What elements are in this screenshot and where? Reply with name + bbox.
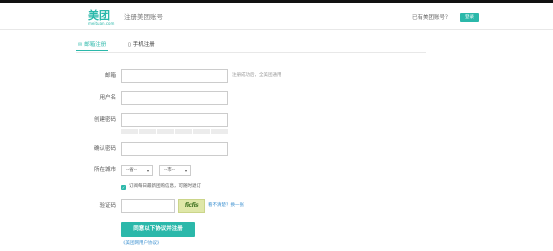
- password-label: 创建密码: [93, 117, 116, 123]
- confirm-password-field[interactable]: [121, 142, 228, 156]
- strength-segment: [175, 129, 192, 134]
- tab-phone-label: 手机注册: [132, 42, 155, 48]
- email-label: 邮箱: [104, 73, 116, 79]
- chevron-down-icon: ▾: [146, 168, 149, 173]
- province-select-value: --省--: [126, 168, 137, 173]
- tab-phone-register[interactable]: ▯ 手机注册: [128, 41, 155, 51]
- province-select[interactable]: --省-- ▾: [121, 165, 153, 176]
- username-field[interactable]: [121, 91, 228, 105]
- password-strength-meter: [121, 129, 228, 134]
- captcha-image[interactable]: ficfis: [178, 199, 205, 213]
- subscribe-checkbox[interactable]: ✓: [121, 185, 126, 190]
- tab-email-register[interactable]: ✉ 邮箱注册: [76, 41, 109, 51]
- strength-segment: [157, 129, 174, 134]
- mail-icon: ✉: [78, 42, 83, 48]
- page-title: 注册美团账号: [124, 13, 163, 21]
- city-select-value: --市--: [164, 168, 175, 173]
- header-divider: [0, 29, 553, 30]
- subscribe-label: 订阅每日最新团购信息，可随时退订: [129, 184, 201, 189]
- password-field[interactable]: [121, 113, 228, 127]
- city-select[interactable]: --市-- ▾: [159, 165, 191, 176]
- chevron-down-icon: ▾: [184, 168, 187, 173]
- agree-register-button[interactable]: 同意以下协议并注册: [121, 222, 195, 237]
- meituan-logo[interactable]: 美团: [88, 10, 110, 21]
- tabs-divider: [76, 52, 426, 53]
- captcha-label: 验证码: [99, 203, 116, 209]
- city-label: 所在城市: [93, 167, 116, 173]
- strength-segment: [193, 129, 210, 134]
- login-button[interactable]: 登录: [460, 13, 479, 22]
- strength-segment: [121, 129, 138, 134]
- captcha-field[interactable]: [121, 199, 175, 213]
- captcha-refresh-link[interactable]: 看不清楚？换一张: [208, 203, 244, 209]
- confirm-password-label: 确认密码: [93, 146, 116, 152]
- site-header: 美团 meituan.com 注册美团账号 已有美团账号？ 登录: [0, 3, 553, 29]
- strength-segment: [139, 129, 156, 134]
- user-agreement-link[interactable]: 《美团网用户协议》: [121, 241, 162, 247]
- email-hint: 注册成功后，全美团通用: [232, 73, 282, 78]
- has-account-text: 已有美团账号？: [412, 15, 451, 21]
- logo-domain: meituan.com: [88, 21, 115, 26]
- email-field[interactable]: [121, 69, 228, 83]
- phone-icon: ▯: [128, 42, 131, 48]
- username-label: 用户名: [99, 95, 116, 101]
- tab-email-label: 邮箱注册: [84, 42, 107, 48]
- strength-segment: [211, 129, 228, 134]
